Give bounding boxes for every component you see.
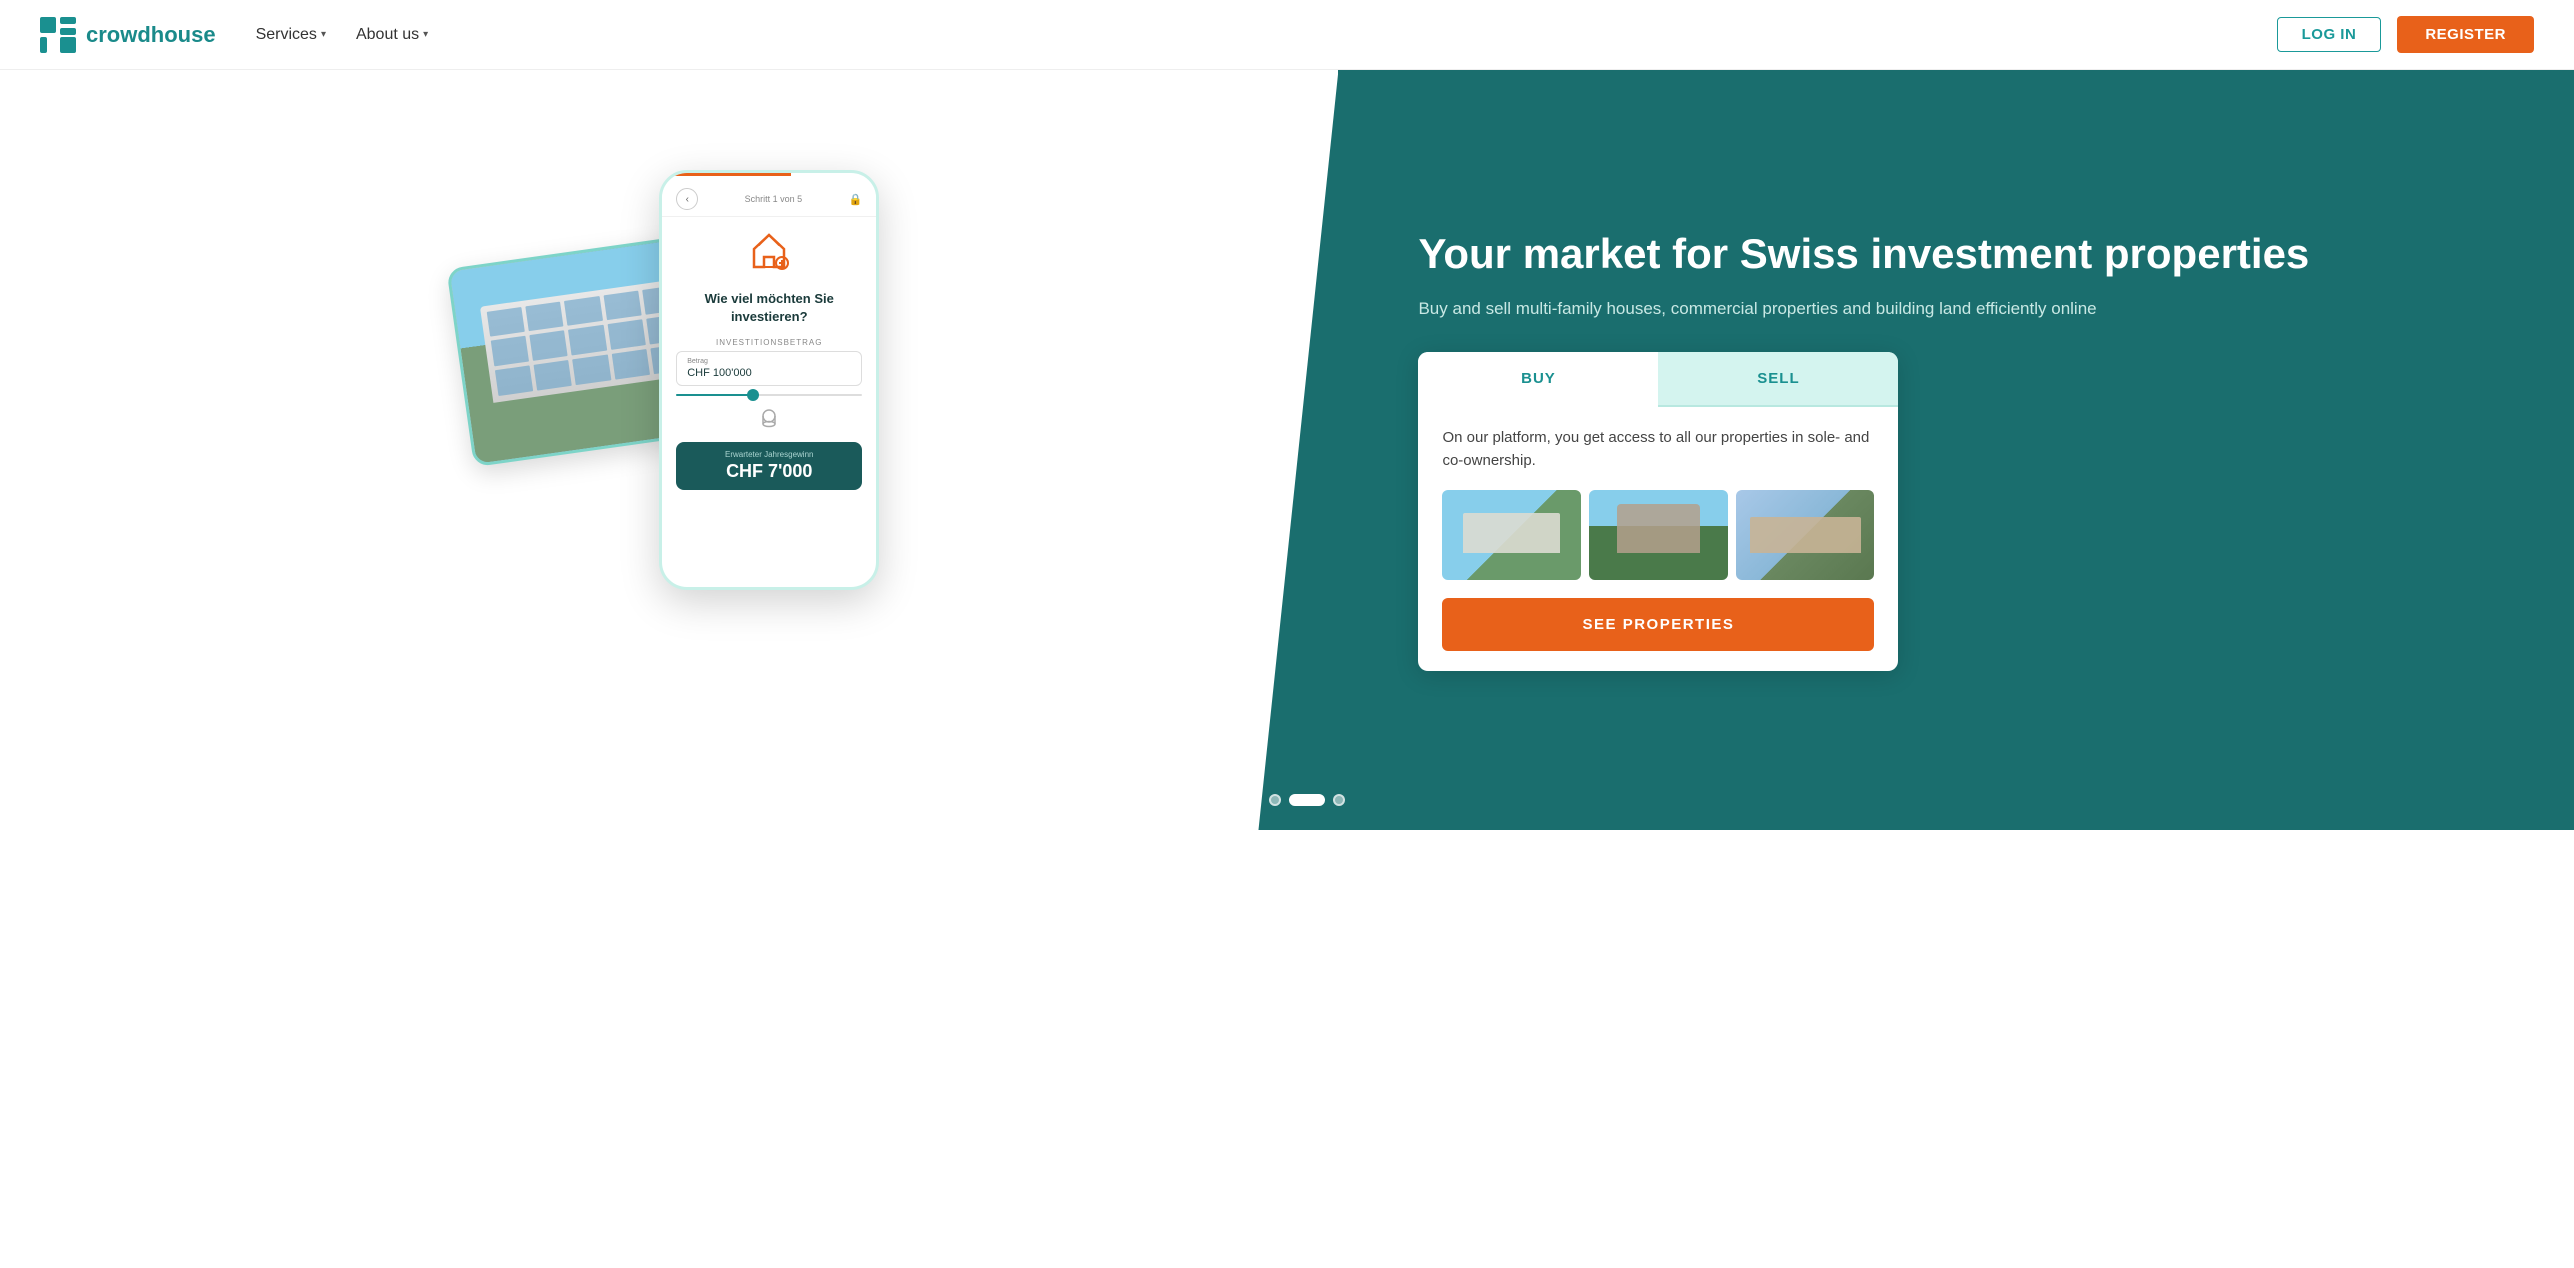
building-silhouette-3 [1750, 517, 1861, 553]
phone-mockup: ‹ Schritt 1 von 5 🔒 Wie viel [659, 170, 879, 590]
dot-4-active[interactable] [1289, 794, 1325, 806]
tab-sell[interactable]: SELL [1658, 352, 1898, 407]
dot-1[interactable] [1229, 794, 1241, 806]
dots-indicator [1229, 794, 1345, 806]
see-properties-button[interactable]: SEE PROPERTIES [1442, 598, 1874, 651]
hero-left: ‹ Schritt 1 von 5 🔒 Wie viel [0, 70, 1338, 830]
phone-input-field[interactable]: Betrag CHF 100'000 [676, 351, 862, 386]
dot-2[interactable] [1249, 794, 1261, 806]
phone-result-box: Erwarteter Jahresgewinn CHF 7'000 [676, 442, 862, 490]
hero-title: Your market for Swiss investment propert… [1418, 229, 2514, 279]
betrag-value: CHF 100'000 [687, 367, 851, 379]
phone-step-label: Schritt 1 von 5 [745, 194, 803, 204]
phone-question: Wie viel möchten Sie investieren? [676, 290, 862, 326]
logo[interactable]: crowdhouse [40, 17, 216, 53]
brand-name: crowdhouse [86, 22, 216, 48]
coin-icon [676, 406, 862, 436]
investment-label: INVESTITIONSBETRAG [676, 338, 862, 347]
lock-icon: 🔒 [849, 193, 863, 206]
hero-right: Your market for Swiss investment propert… [1338, 70, 2574, 830]
property-image-3 [1736, 490, 1875, 580]
phone-container: ‹ Schritt 1 von 5 🔒 Wie viel [459, 170, 879, 730]
building-silhouette-1 [1463, 513, 1560, 554]
property-images [1442, 490, 1874, 580]
nav-services[interactable]: Services ▾ [256, 26, 326, 44]
tab-row: BUY SELL [1418, 352, 1898, 407]
phone-top-bar: ‹ Schritt 1 von 5 🔒 [662, 176, 876, 217]
login-button[interactable]: LOG IN [2277, 17, 2382, 52]
dot-5[interactable] [1333, 794, 1345, 806]
phone-back-button[interactable]: ‹ [676, 188, 698, 210]
tab-buy[interactable]: BUY [1418, 352, 1658, 407]
buy-sell-card: BUY SELL On our platform, you get access… [1418, 352, 1898, 671]
result-label: Erwarteter Jahresgewinn [686, 450, 852, 459]
building-silhouette-2 [1617, 504, 1700, 554]
chevron-down-icon: ▾ [423, 29, 428, 40]
slider-fill [676, 394, 750, 396]
betrag-label: Betrag [687, 358, 851, 365]
property-image-1 [1442, 490, 1581, 580]
phone-content: Wie viel möchten Sie investieren? INVEST… [662, 217, 876, 587]
hero-section: ‹ Schritt 1 von 5 🔒 Wie viel [0, 70, 2574, 830]
card-body: On our platform, you get access to all o… [1418, 407, 1898, 671]
phone-slider[interactable] [676, 394, 862, 396]
property-image-2 [1589, 490, 1728, 580]
nav-about[interactable]: About us ▾ [356, 26, 428, 44]
navbar: crowdhouse Services ▾ About us ▾ LOG IN … [0, 0, 2574, 70]
nav-links: Services ▾ About us ▾ [256, 26, 429, 44]
register-button[interactable]: REGISTER [2397, 16, 2534, 53]
chevron-down-icon: ▾ [321, 29, 326, 40]
nav-actions: LOG IN REGISTER [2277, 16, 2534, 53]
house-icon [676, 229, 862, 282]
card-description: On our platform, you get access to all o… [1442, 427, 1874, 472]
result-value: CHF 7'000 [686, 461, 852, 482]
hero-subtitle: Buy and sell multi-family houses, commer… [1418, 295, 2514, 322]
dot-3[interactable] [1269, 794, 1281, 806]
slider-thumb [747, 389, 759, 401]
